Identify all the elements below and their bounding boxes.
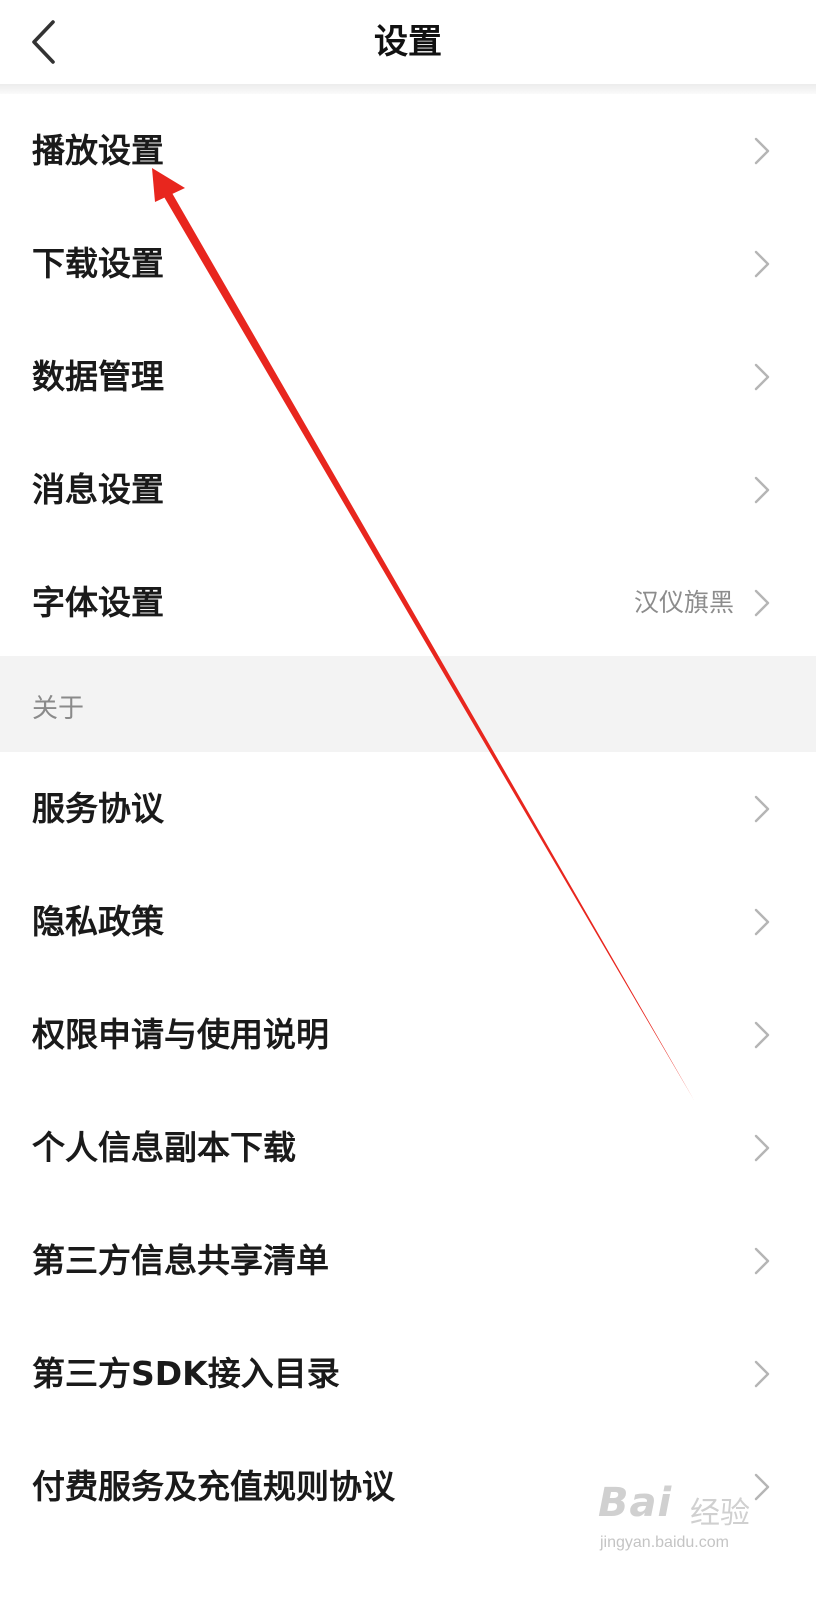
about-item-third-party-sharing[interactable]: 第三方信息共享清单 <box>0 1204 816 1317</box>
page-title: 设置 <box>374 22 442 62</box>
about-item-permissions[interactable]: 权限申请与使用说明 <box>0 978 816 1091</box>
chevron-right-icon <box>752 249 772 279</box>
chevron-right-icon <box>752 1133 772 1163</box>
about-item-label: 第三方SDK接入目录 <box>32 1354 340 1393</box>
settings-item-download[interactable]: 下载设置 <box>0 207 816 320</box>
about-item-label: 隐私政策 <box>32 902 164 941</box>
chevron-right-icon <box>752 362 772 392</box>
chevron-right-icon <box>752 588 772 618</box>
settings-item-label: 播放设置 <box>32 131 164 170</box>
chevron-right-icon <box>752 907 772 937</box>
about-item-third-party-sdk[interactable]: 第三方SDK接入目录 <box>0 1317 816 1430</box>
about-item-paid-services-agreement[interactable]: 付费服务及充值规则协议 <box>0 1430 816 1543</box>
header-divider <box>0 84 816 94</box>
section-title: 关于 <box>32 694 85 724</box>
settings-item-label: 消息设置 <box>32 470 164 509</box>
settings-item-playback[interactable]: 播放设置 <box>0 94 816 207</box>
chevron-right-icon <box>752 1472 772 1502</box>
about-item-label: 权限申请与使用说明 <box>32 1015 329 1054</box>
about-item-label: 服务协议 <box>32 789 164 828</box>
settings-item-label: 数据管理 <box>32 357 164 396</box>
settings-item-data-management[interactable]: 数据管理 <box>0 320 816 433</box>
about-item-service-agreement[interactable]: 服务协议 <box>0 752 816 865</box>
chevron-right-icon <box>752 475 772 505</box>
chevron-right-icon <box>752 136 772 166</box>
settings-item-messages[interactable]: 消息设置 <box>0 433 816 546</box>
font-current-value: 汉仪旗黑 <box>633 588 734 617</box>
about-item-privacy-policy[interactable]: 隐私政策 <box>0 865 816 978</box>
settings-item-font[interactable]: 字体设置 汉仪旗黑 <box>0 546 816 659</box>
settings-item-label: 字体设置 <box>32 583 164 622</box>
section-header-about: 关于 <box>0 656 816 752</box>
about-item-personal-info-copy[interactable]: 个人信息副本下载 <box>0 1091 816 1204</box>
settings-item-label: 下载设置 <box>32 244 164 283</box>
chevron-right-icon <box>752 794 772 824</box>
top-navigation-bar: 设置 <box>0 0 816 84</box>
chevron-right-icon <box>752 1359 772 1389</box>
about-list: 服务协议 隐私政策 权限申请与使用说明 个人信息副本下载 第三方信息共享清单 第… <box>0 752 816 1543</box>
chevron-right-icon <box>752 1246 772 1276</box>
chevron-right-icon <box>752 1020 772 1050</box>
about-item-label: 个人信息副本下载 <box>32 1128 296 1167</box>
about-item-label: 第三方信息共享清单 <box>32 1241 329 1280</box>
about-item-label: 付费服务及充值规则协议 <box>32 1467 395 1506</box>
settings-list: 播放设置 下载设置 数据管理 消息设置 字体设置 汉仪旗黑 <box>0 94 816 659</box>
